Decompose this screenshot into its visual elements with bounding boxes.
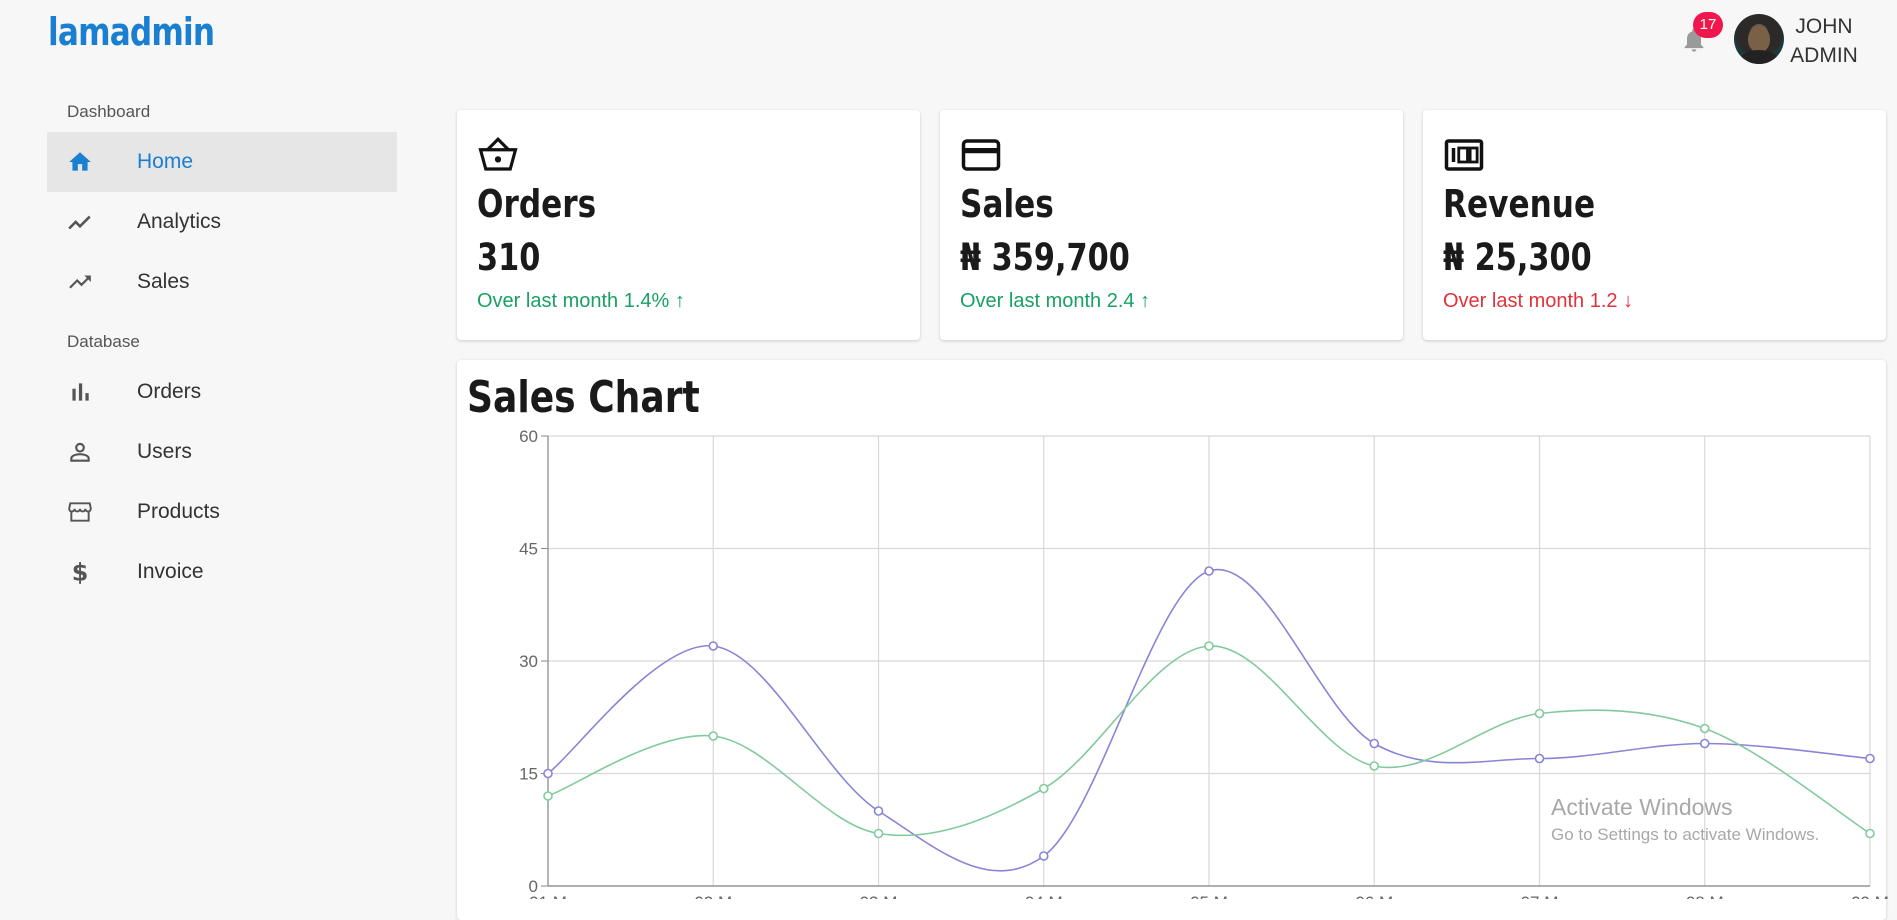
sales-chart: 01530456001 M02 M03 M04 M05 M06 M07 M08 …: [519, 427, 1889, 899]
x-tick-label: 03 M: [860, 893, 898, 899]
data-point: [1534, 753, 1545, 764]
y-tick-label: 15: [519, 765, 538, 784]
watermark-title: Activate Windows: [1551, 794, 1733, 820]
y-tick-label: 60: [519, 427, 538, 446]
data-point: [1699, 738, 1710, 749]
data-point: [873, 806, 884, 816]
data-point: [1369, 761, 1380, 771]
x-tick-label: 05 M: [1190, 893, 1228, 899]
x-tick-label: 02 M: [694, 893, 732, 899]
data-point: [1369, 738, 1380, 749]
x-tick-label: 04 M: [1025, 893, 1063, 899]
watermark-subtitle: Go to Settings to activate Windows.: [1551, 825, 1820, 844]
data-point: [1699, 723, 1710, 734]
data-point: [708, 731, 719, 741]
data-point: [1204, 641, 1214, 651]
data-point: [1204, 566, 1214, 576]
data-point: [873, 828, 884, 839]
data-point: [1865, 753, 1875, 764]
data-point: [1038, 783, 1049, 794]
data-point: [708, 641, 719, 651]
data-point: [543, 791, 553, 801]
x-tick-label: 06 M: [1355, 893, 1393, 899]
x-tick-label: 01 M: [529, 893, 567, 899]
data-point: [1038, 851, 1049, 861]
x-tick-label: 09 M: [1851, 893, 1889, 899]
y-tick-label: 45: [519, 540, 538, 559]
data-point: [543, 768, 553, 779]
x-tick-label: 07 M: [1521, 893, 1559, 899]
y-tick-label: 30: [519, 652, 538, 671]
data-point: [1865, 828, 1875, 839]
windows-watermark: Activate Windows Go to Settings to activ…: [1551, 794, 1819, 845]
x-tick-label: 08 M: [1686, 893, 1724, 899]
data-point: [1534, 708, 1545, 719]
